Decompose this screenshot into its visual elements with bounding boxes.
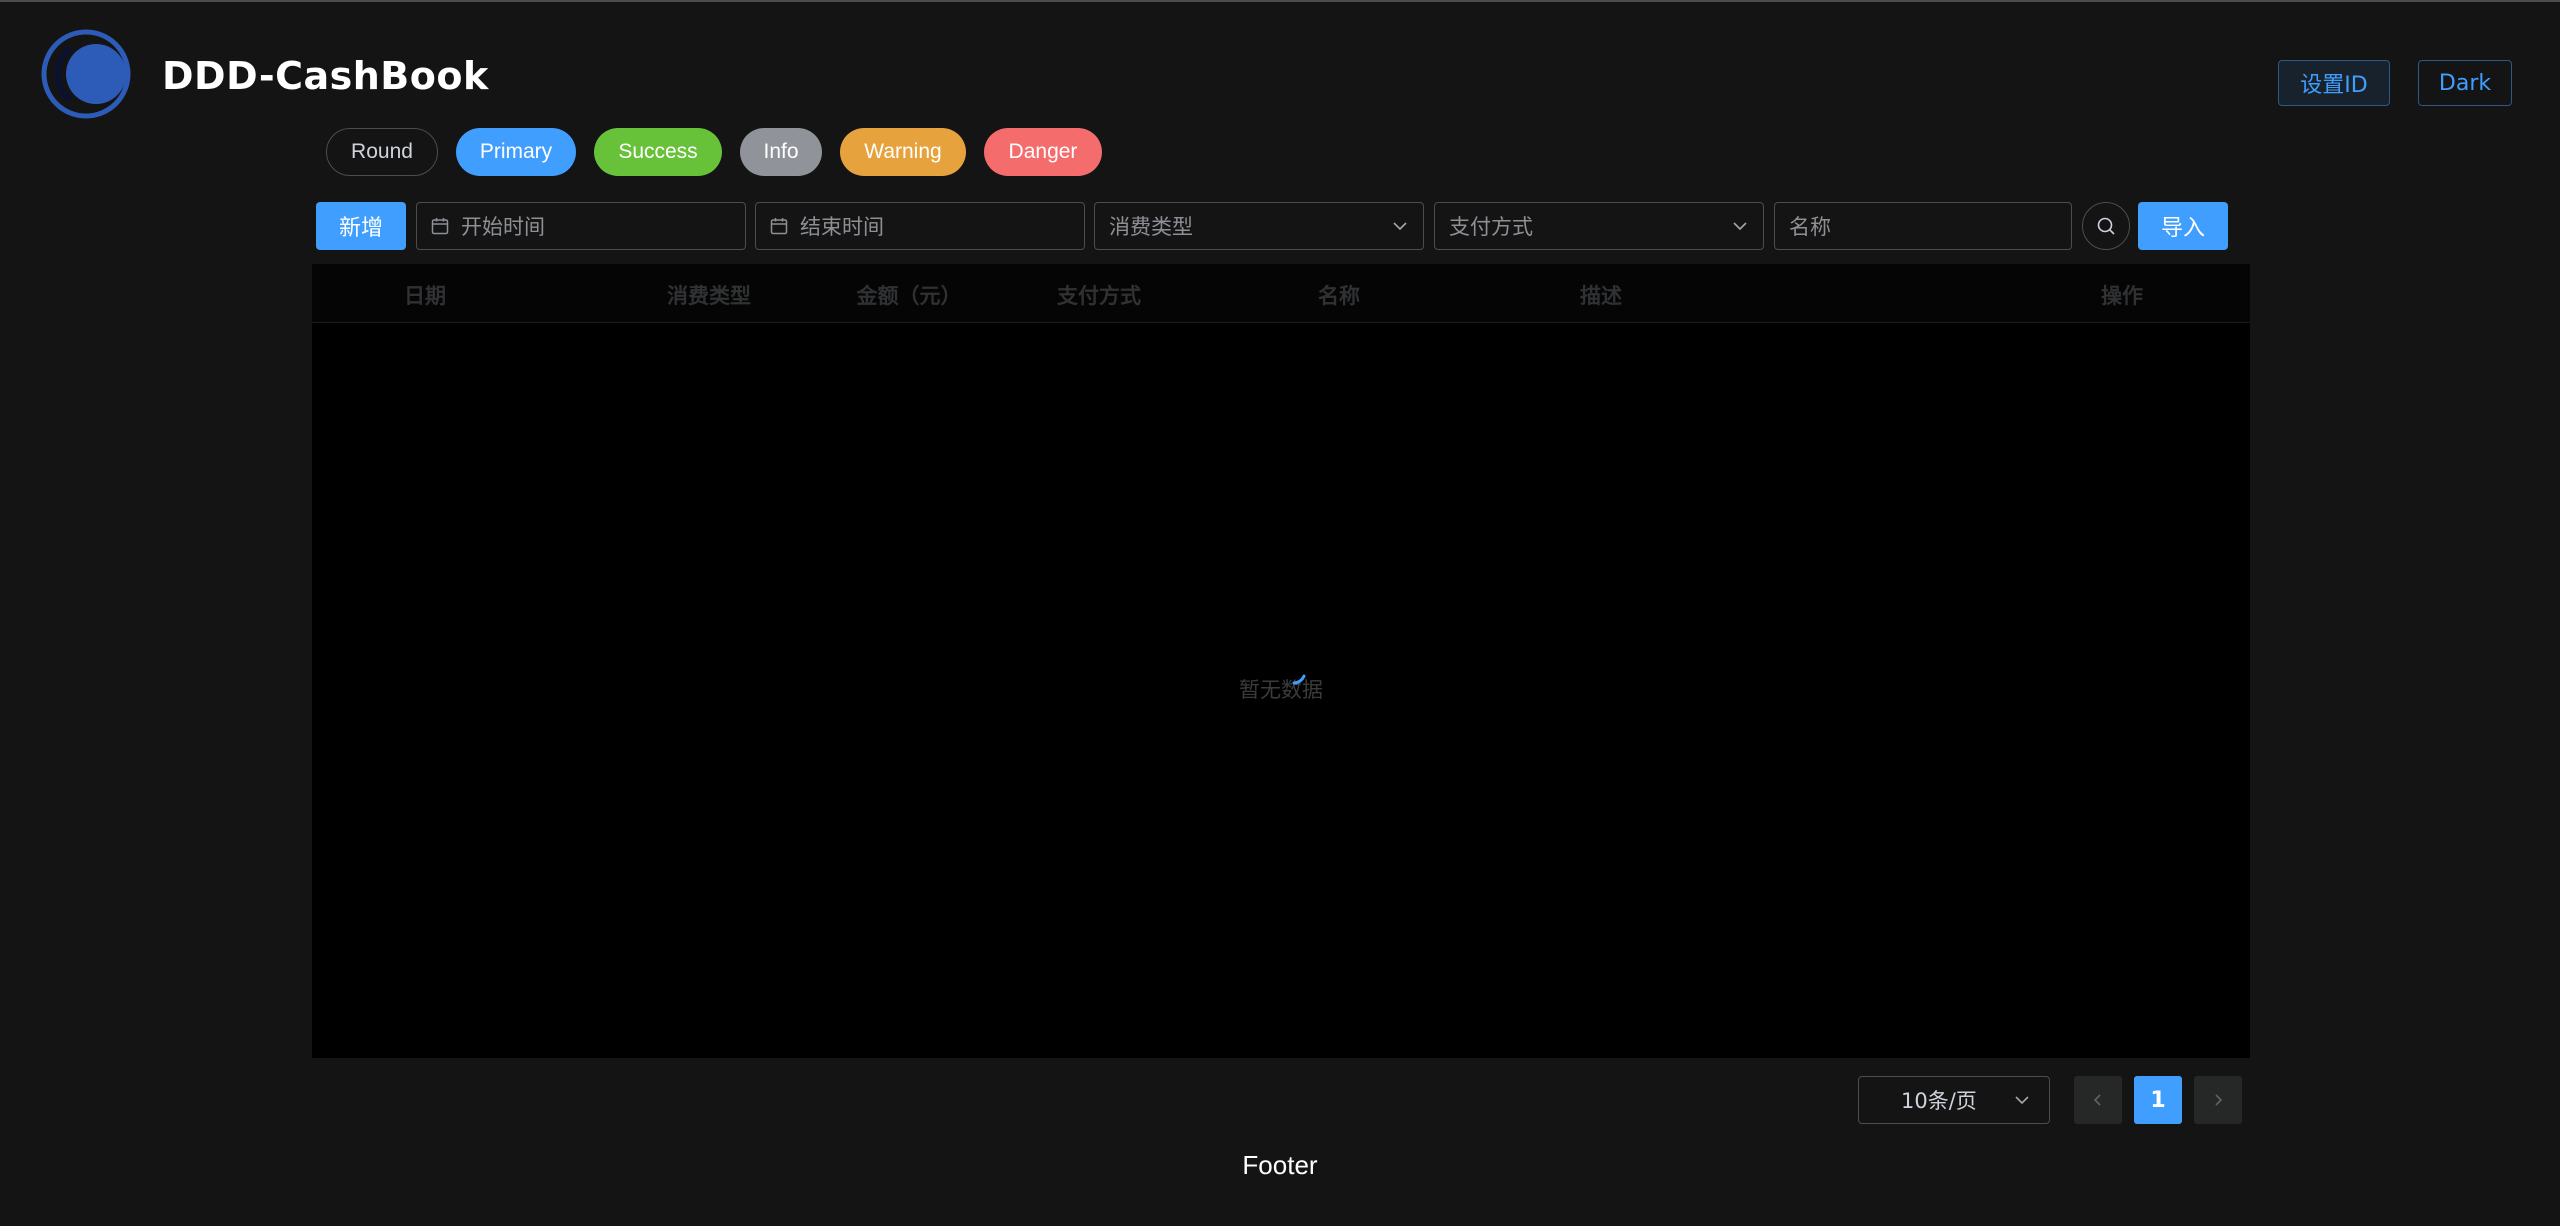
footer-text: Footer: [1242, 1150, 1318, 1180]
info-button[interactable]: Info: [740, 128, 822, 176]
start-time-placeholder: 开始时间: [461, 215, 545, 239]
pay-method-placeholder: 支付方式: [1449, 215, 1533, 239]
column-header-amount: 金额（元）: [856, 284, 962, 308]
consume-type-placeholder: 消费类型: [1109, 215, 1193, 239]
danger-button[interactable]: Danger: [984, 128, 1102, 176]
chevron-right-icon: [2215, 1094, 2223, 1106]
page: DDD-CashBook 设置ID Dark Round Primary Suc…: [0, 0, 2560, 1226]
success-button[interactable]: Success: [594, 128, 722, 176]
logo-icon: [41, 29, 131, 119]
chevron-down-icon: [1733, 222, 1747, 231]
column-header-name: 名称: [1318, 284, 1360, 308]
set-id-button[interactable]: 设置ID: [2278, 60, 2390, 106]
column-header-consume-type: 消费类型: [667, 284, 751, 308]
search-button[interactable]: [2082, 202, 2130, 250]
records-table: 日期 消费类型 金额（元） 支付方式 名称 描述 操作 暂无数据: [312, 264, 2250, 1058]
end-time-placeholder: 结束时间: [800, 215, 884, 239]
column-header-actions: 操作: [2101, 284, 2143, 308]
calendar-icon: [431, 218, 449, 235]
app-title: DDD-CashBook: [162, 54, 489, 98]
search-icon: [2097, 217, 2115, 235]
round-button[interactable]: Round: [326, 128, 438, 176]
end-time-picker[interactable]: 结束时间: [755, 202, 1085, 250]
table-header: 日期 消费类型 金额（元） 支付方式 名称 描述 操作: [312, 264, 2250, 323]
page-size-select[interactable]: 10条/页: [1858, 1076, 2050, 1124]
chevron-left-icon: [2093, 1094, 2101, 1106]
prev-page-button[interactable]: [2074, 1076, 2122, 1124]
column-header-date: 日期: [404, 284, 446, 308]
column-header-description: 描述: [1580, 284, 1622, 308]
primary-button[interactable]: Primary: [456, 128, 576, 176]
loading-spinner-icon: [1292, 674, 1306, 685]
name-placeholder: 名称: [1789, 215, 1831, 239]
pay-method-select[interactable]: 支付方式: [1434, 202, 1764, 250]
start-time-picker[interactable]: 开始时间: [416, 202, 746, 250]
name-input[interactable]: 名称: [1774, 202, 2072, 250]
page-number-button[interactable]: 1: [2134, 1076, 2182, 1124]
theme-toggle-button[interactable]: Dark: [2418, 60, 2512, 106]
warning-button[interactable]: Warning: [840, 128, 966, 176]
next-page-button[interactable]: [2194, 1076, 2242, 1124]
round-button-row: Round Primary Success Info Warning Dange…: [326, 128, 1102, 176]
calendar-icon: [770, 218, 788, 235]
consume-type-select[interactable]: 消费类型: [1094, 202, 1424, 250]
chevron-down-icon: [2015, 1096, 2029, 1105]
chevron-down-icon: [1393, 222, 1407, 231]
import-button[interactable]: 导入: [2138, 202, 2228, 250]
column-header-pay-method: 支付方式: [1057, 284, 1141, 308]
page-size-value: 10条/页: [1901, 1089, 1977, 1113]
add-button[interactable]: 新增: [316, 202, 406, 250]
